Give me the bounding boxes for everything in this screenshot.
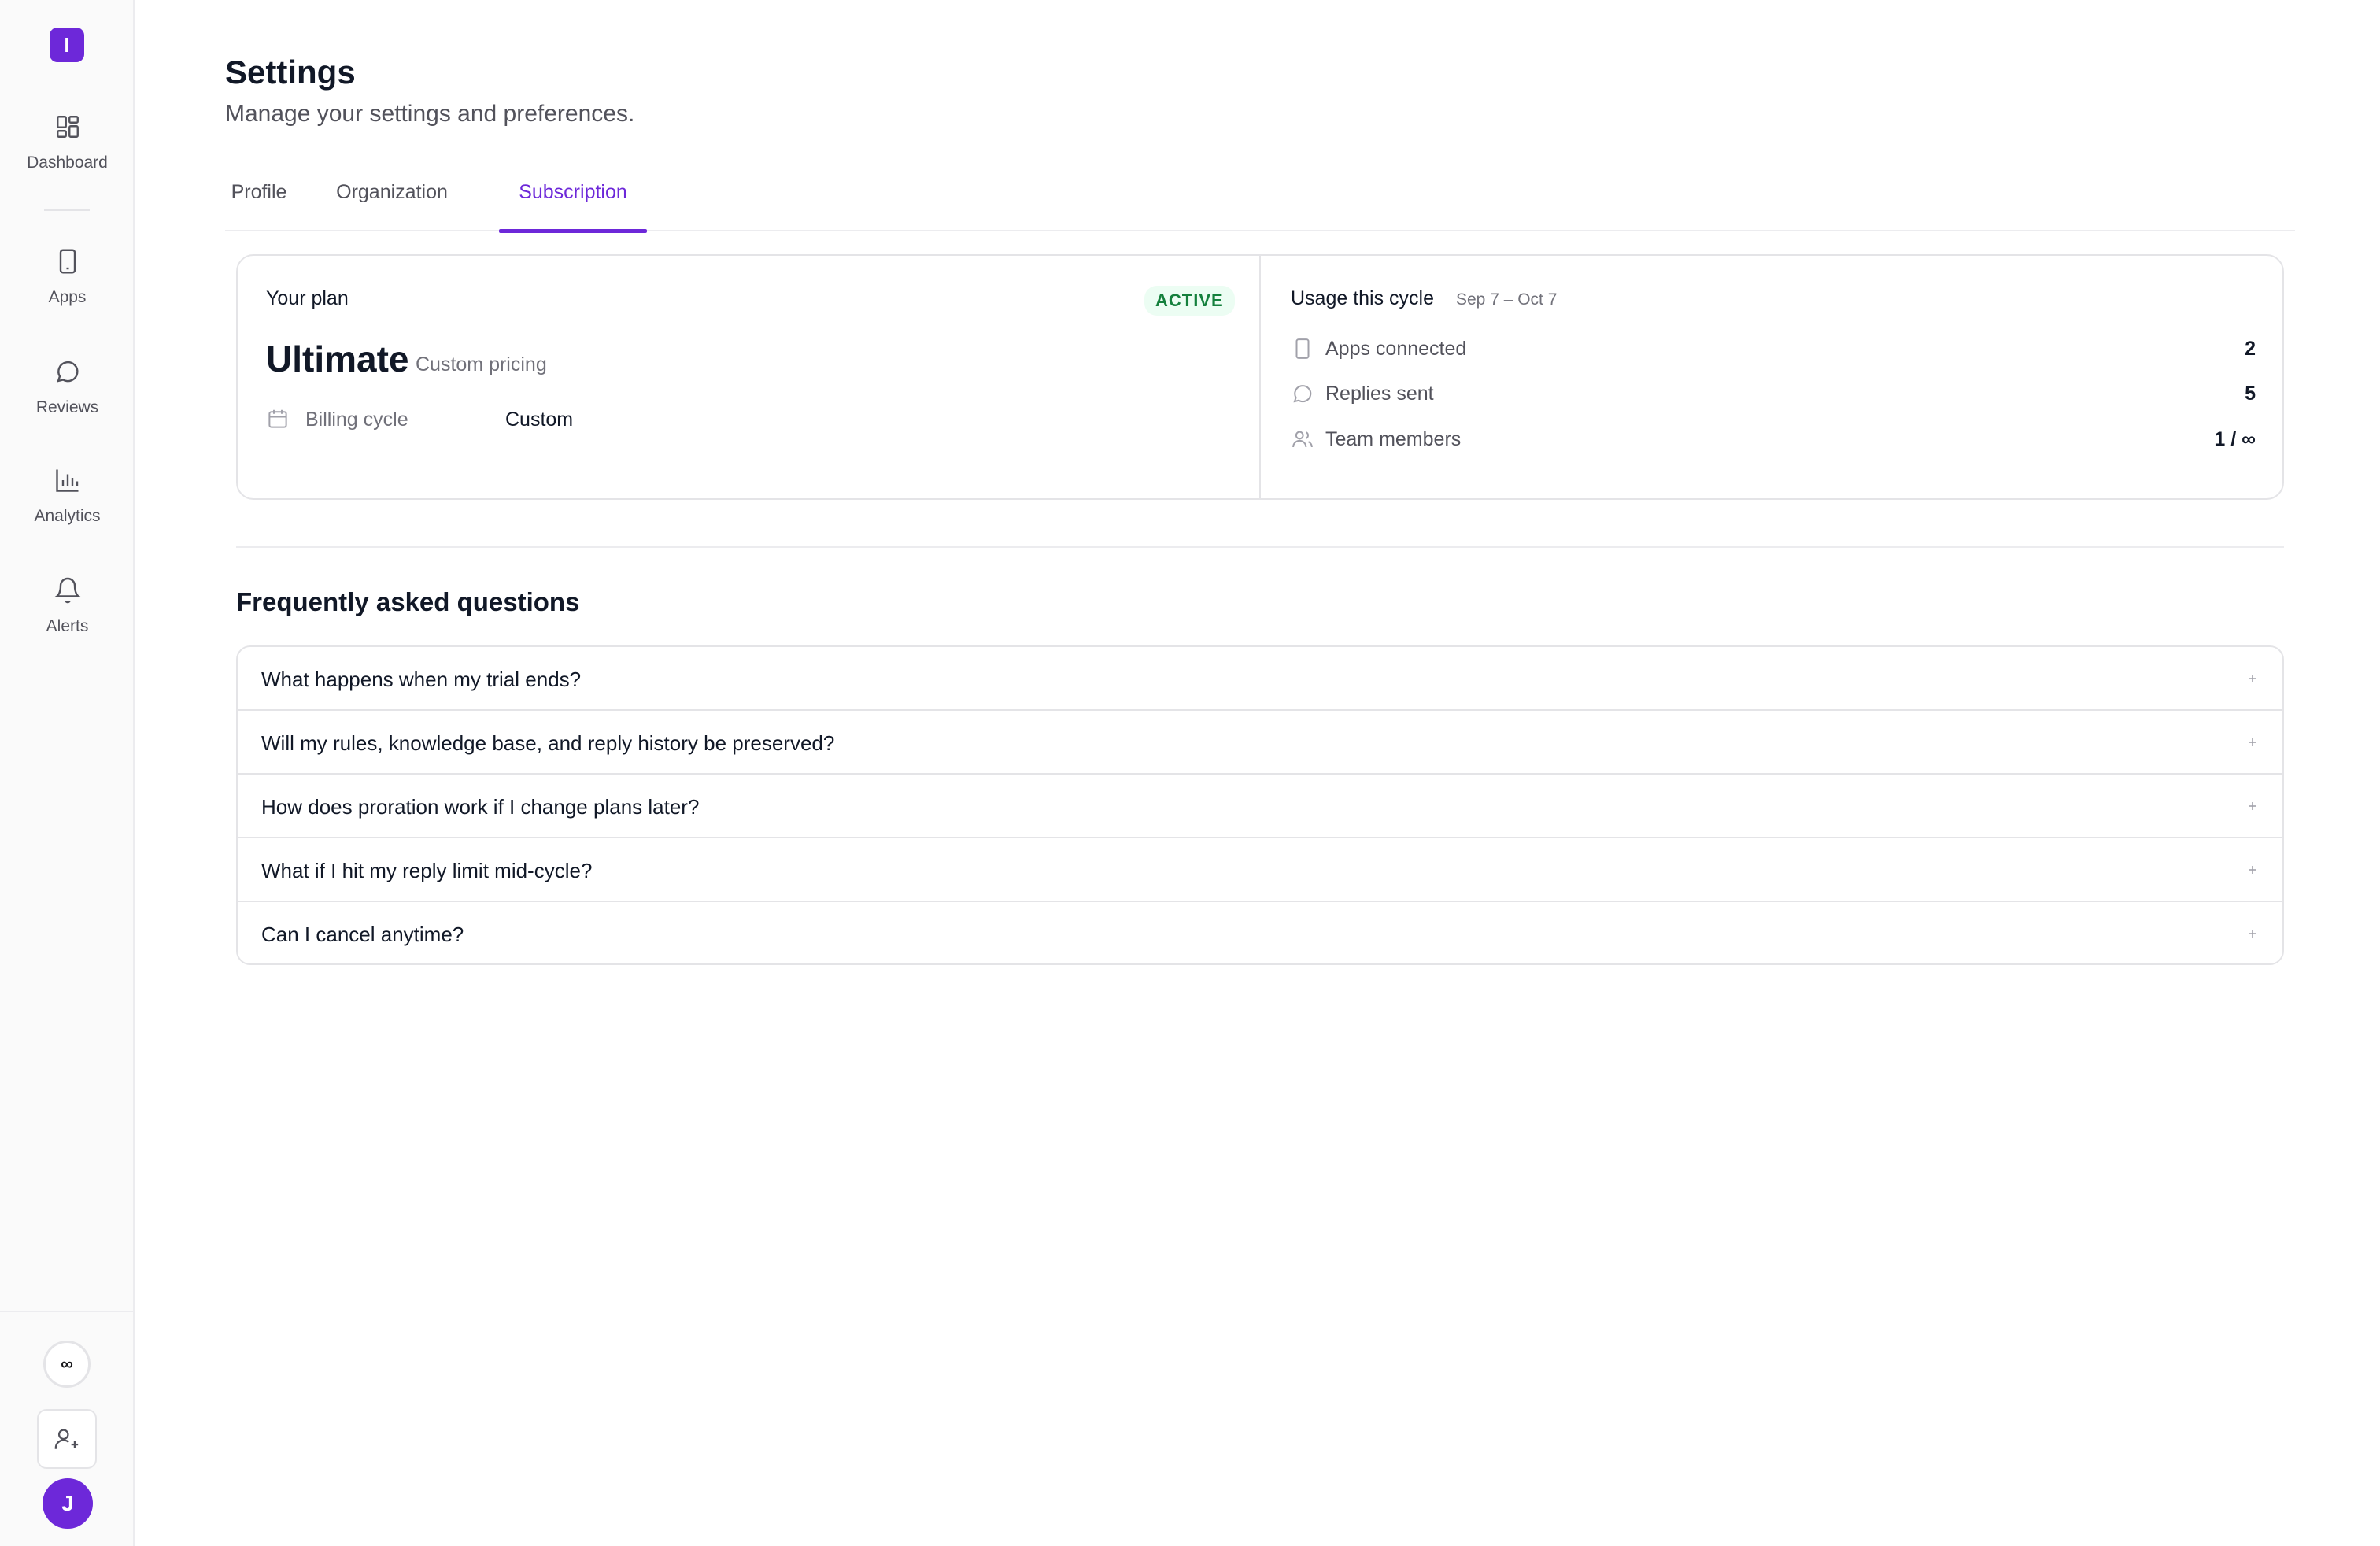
invite-member-button[interactable]: [37, 1409, 97, 1469]
sidebar-item-analytics[interactable]: Analytics: [0, 466, 135, 526]
faq-item[interactable]: What happens when my trial ends?: [238, 647, 2282, 711]
plan-name: Ultimate: [266, 338, 409, 379]
usage-row-apps: Apps connected 2: [1291, 335, 2256, 363]
faq-question: What happens when my trial ends?: [261, 668, 582, 691]
calendar-icon: [268, 409, 287, 428]
usage-value: 1 / ∞: [2214, 428, 2256, 450]
faq-item[interactable]: How does proration work if I change plan…: [238, 775, 2282, 838]
faq-question: What if I hit my reply limit mid-cycle?: [261, 859, 593, 882]
faq-title: Frequently asked questions: [236, 587, 580, 616]
sidebar-item-label: Analytics: [34, 507, 101, 525]
dashboard-icon: [56, 116, 79, 138]
section-divider: [236, 546, 2284, 548]
billing-cycle-value: Custom: [505, 409, 574, 431]
users-icon: [1292, 431, 1313, 448]
plus-icon: [2249, 675, 2256, 682]
page-title: Settings: [225, 54, 356, 91]
tab-subscription[interactable]: Subscription: [499, 173, 647, 233]
faq-item[interactable]: What if I hit my reply limit mid-cycle?: [238, 838, 2282, 902]
usage-value: 2: [2245, 338, 2256, 360]
tab-profile[interactable]: Profile: [225, 173, 293, 231]
sidebar-item-label: Dashboard: [27, 153, 108, 172]
user-avatar[interactable]: J: [42, 1478, 93, 1529]
plan-card: Your plan ACTIVE Ultimate Custom pricing…: [236, 254, 2284, 500]
usage-value: 5: [2245, 383, 2256, 405]
plan-card-divider: [1259, 256, 1261, 498]
app-logo[interactable]: I: [50, 28, 84, 62]
user-plus-icon: [54, 1429, 79, 1449]
faq-list: What happens when my trial ends? Will my…: [236, 645, 2284, 965]
usage-label: Apps connected: [1325, 338, 1467, 360]
sidebar-item-label: Reviews: [35, 398, 99, 416]
plus-icon: [2249, 802, 2256, 810]
faq-question: How does proration work if I change plan…: [261, 795, 700, 819]
sidebar-divider: [44, 209, 90, 211]
usage-date-range: Sep 7 – Oct 7: [1456, 290, 1558, 309]
sidebar-item-dashboard[interactable]: Dashboard: [0, 113, 135, 172]
phone-icon: [1295, 338, 1310, 359]
page-subtitle: Manage your settings and preferences.: [225, 101, 635, 127]
bar-chart-icon: [55, 469, 78, 492]
message-icon: [1293, 385, 1312, 403]
faq-question: Will my rules, knowledge base, and reply…: [261, 731, 835, 755]
billing-cycle-label: Billing cycle: [305, 409, 408, 431]
faq-question: Can I cancel anytime?: [261, 923, 464, 946]
usage-row-replies: Replies sent 5: [1291, 379, 2256, 408]
settings-tabs: Profile Organization Subscription: [225, 173, 2295, 233]
faq-item[interactable]: Can I cancel anytime?: [238, 902, 2282, 963]
bell-icon: [54, 577, 81, 604]
phone-icon: [59, 249, 76, 274]
sidebar-item-apps[interactable]: Apps: [0, 247, 135, 307]
sidebar-item-label: Apps: [48, 288, 87, 306]
usage-row-team: Team members 1 / ∞: [1291, 425, 2256, 453]
faq-item[interactable]: Will my rules, knowledge base, and reply…: [238, 711, 2282, 775]
plus-icon: [2249, 866, 2256, 874]
sidebar-item-alerts[interactable]: Alerts: [0, 576, 135, 636]
plan-pricing: Custom pricing: [416, 353, 547, 375]
sidebar-item-label: Alerts: [46, 617, 89, 635]
sidebar: I Dashboard Apps Reviews Analytics Alert…: [0, 0, 135, 1546]
usage-title: Usage this cycle: [1291, 287, 1435, 309]
sidebar-footer-divider: [0, 1311, 135, 1312]
plus-icon: [2249, 738, 2256, 746]
status-badge: ACTIVE: [1144, 286, 1235, 316]
plan-label: Your plan: [266, 287, 349, 309]
usage-label: Replies sent: [1325, 383, 1434, 405]
message-icon: [56, 361, 78, 383]
plus-icon: [2249, 930, 2256, 938]
sidebar-item-reviews[interactable]: Reviews: [0, 357, 135, 417]
usage-label: Team members: [1325, 428, 1462, 450]
tab-organization[interactable]: Organization: [335, 173, 449, 231]
usage-indicator[interactable]: ∞: [43, 1341, 91, 1388]
